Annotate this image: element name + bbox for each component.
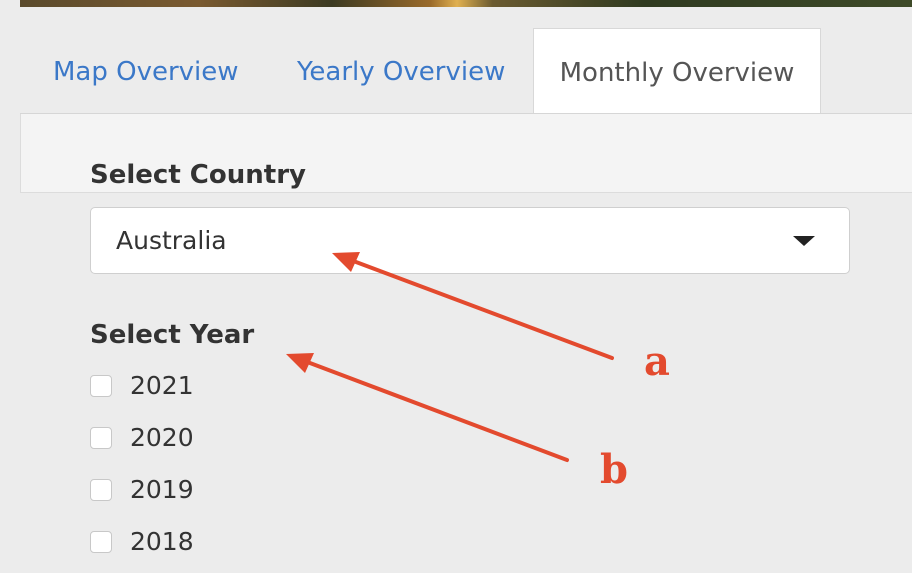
annotation-label-a: a bbox=[644, 338, 670, 385]
annotation-arrows bbox=[286, 252, 614, 462]
annotation-label-b: b bbox=[600, 446, 628, 493]
annotation-arrow-b bbox=[300, 358, 569, 462]
annotation-arrow-a bbox=[346, 257, 614, 360]
